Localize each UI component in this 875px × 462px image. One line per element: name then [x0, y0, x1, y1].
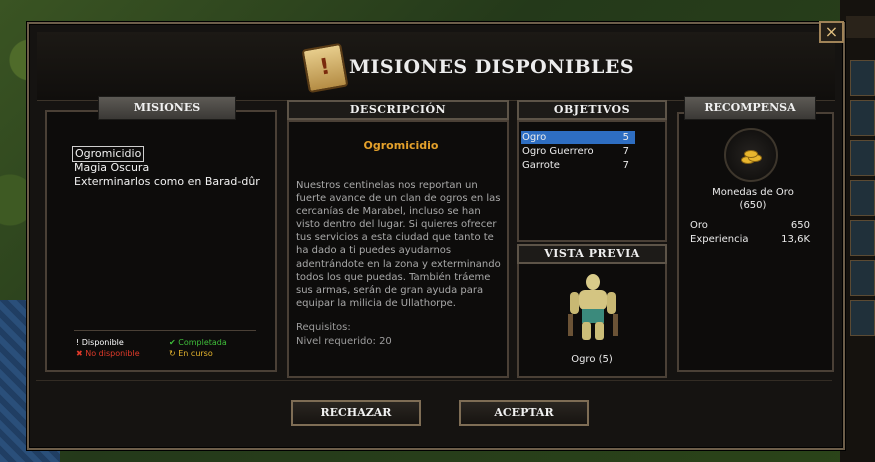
missions-header: MISIONES: [98, 96, 236, 120]
objective-name: Garrote: [522, 160, 560, 171]
inventory-slot[interactable]: [850, 220, 875, 256]
dialog-header: ! MISIONES DISPONIBLES: [37, 32, 835, 101]
legend-label: Completada: [178, 338, 227, 347]
ogre-sprite: [568, 274, 618, 340]
reward-gold-label: Oro: [690, 220, 708, 231]
legend-label: Disponible: [81, 338, 124, 347]
inventory-slot[interactable]: [850, 140, 875, 176]
quest-description: Nuestros centinelas nos reportan un fuer…: [296, 180, 501, 309]
reward-header: RECOMPENSA: [684, 96, 816, 120]
objectives-header: OBJETIVOS: [517, 100, 667, 120]
mission-item-ogromicidio[interactable]: Ogromicidio: [71, 146, 145, 162]
mission-item-exterminarlos[interactable]: Exterminarlos como en Barad-dûr: [74, 175, 260, 189]
quest-title: Ogromicidio: [363, 139, 439, 152]
inventory-slot[interactable]: [850, 100, 875, 136]
legend-available: ! Disponible: [76, 337, 124, 348]
objective-row[interactable]: Garrote 7: [521, 159, 635, 172]
legend-divider: [74, 330, 256, 331]
reject-button[interactable]: RECHAZAR: [291, 400, 421, 426]
dialog-title: MISIONES DISPONIBLES: [349, 56, 635, 78]
description-header: DESCRIPCIÓN: [287, 100, 509, 120]
objective-count: 7: [622, 160, 629, 171]
objective-row[interactable]: Ogro 5: [521, 131, 635, 144]
level-requirement: Nivel requerido: 20: [296, 336, 392, 347]
exclamation-icon: !: [76, 338, 80, 347]
accept-button[interactable]: ACEPTAR: [459, 400, 589, 426]
objective-name: Ogro: [522, 132, 547, 143]
reward-exp-label: Experiencia: [690, 234, 749, 245]
objective-count: 5: [622, 132, 629, 143]
legend-label: En curso: [178, 349, 213, 358]
reward-gold-value: 650: [790, 220, 810, 231]
reward-item-name: Monedas de Oro: [712, 187, 794, 198]
reward-item-amount: (650): [739, 200, 767, 211]
gold-coins-icon: [739, 148, 762, 164]
checkmark-icon: ✔: [169, 338, 176, 347]
objective-name: Ogro Guerrero: [522, 146, 594, 157]
inventory-slot[interactable]: [850, 300, 875, 336]
preview-caption: Ogro (5): [571, 354, 613, 365]
objective-row[interactable]: Ogro Guerrero 7: [521, 145, 635, 158]
objective-count: 7: [622, 146, 629, 157]
cross-icon: ✖: [76, 349, 83, 358]
sidebar-header: [846, 16, 875, 38]
preview-header: VISTA PREVIA: [517, 244, 667, 264]
legend-label: No disponible: [85, 349, 140, 358]
legend-in-progress: ↻ En curso: [169, 348, 213, 359]
legend-unavailable: ✖ No disponible: [76, 348, 140, 359]
mission-item-magia-oscura[interactable]: Magia Oscura: [74, 161, 149, 175]
requirements-label: Requisitos:: [296, 322, 351, 333]
inventory-slot[interactable]: [850, 180, 875, 216]
inventory-slot[interactable]: [850, 260, 875, 296]
refresh-icon: ↻: [169, 349, 176, 358]
button-bar: [36, 380, 832, 439]
quest-scroll-icon: !: [301, 42, 349, 94]
legend-completed: ✔ Completada: [169, 337, 227, 348]
inventory-slot[interactable]: [850, 60, 875, 96]
close-button[interactable]: ×: [819, 21, 844, 43]
reward-exp-value: 13,6K: [781, 234, 810, 245]
